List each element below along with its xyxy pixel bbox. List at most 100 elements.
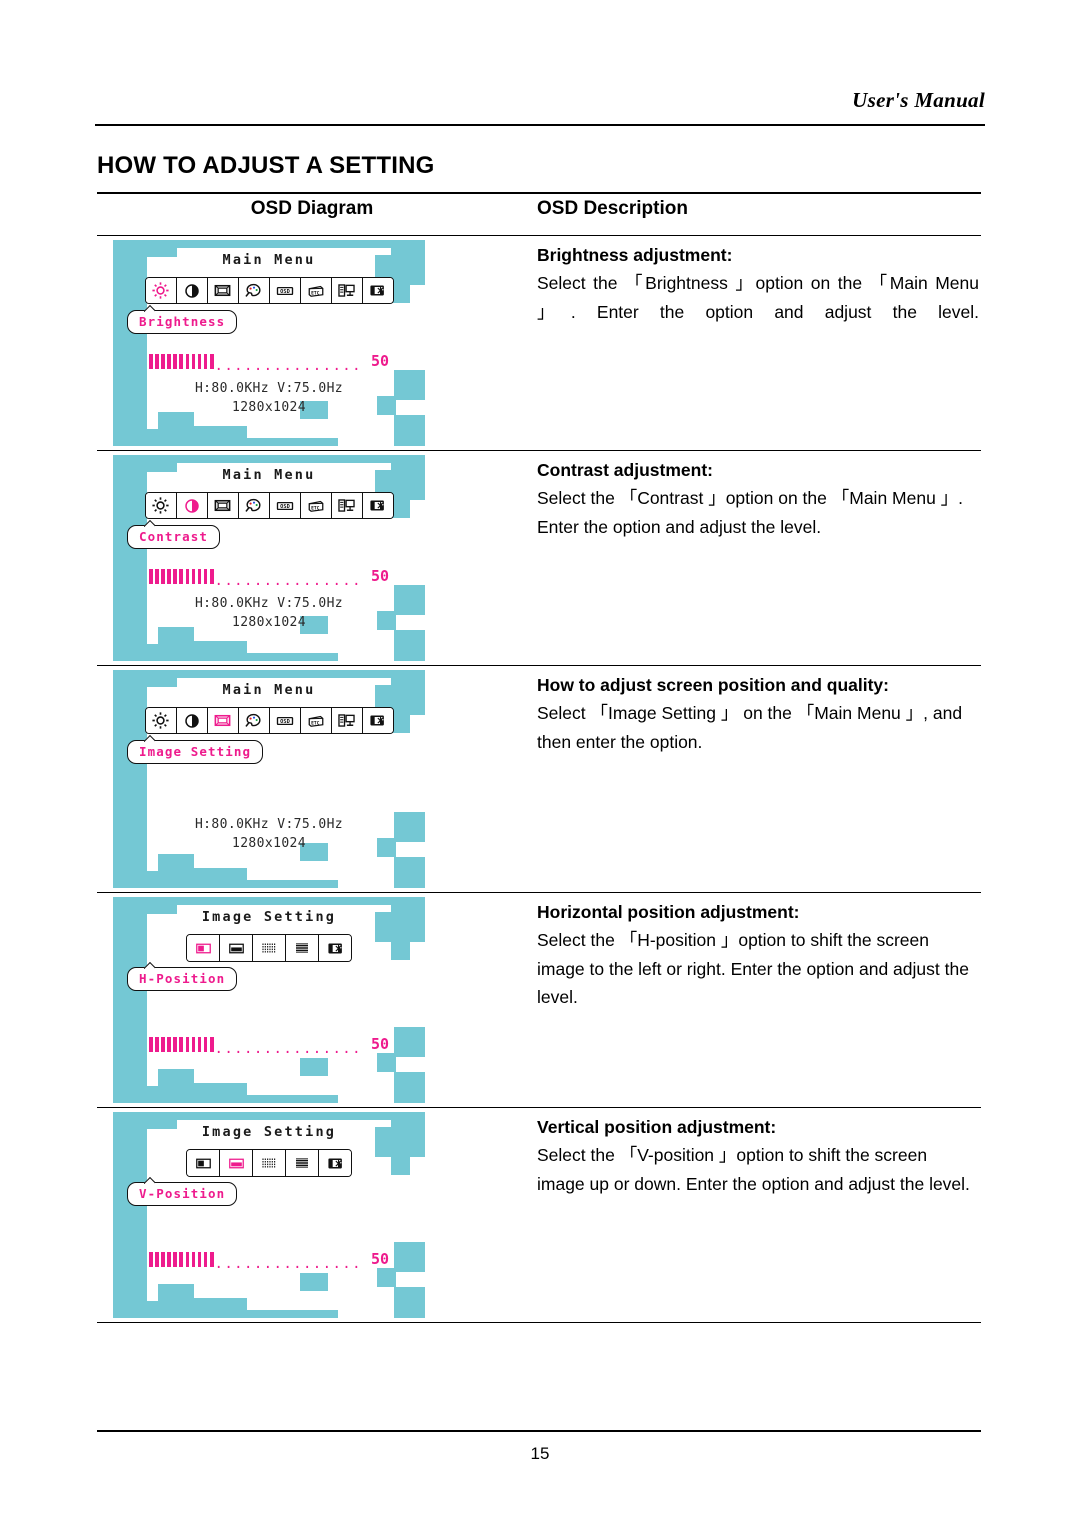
osd-icon-cell-image-setting[interactable] (207, 708, 239, 733)
svg-text:ETC: ETC (311, 290, 320, 296)
osd-icon-cell-exit[interactable] (319, 935, 351, 961)
osd-icon-cell-contrast[interactable] (176, 278, 208, 303)
osd-frame-block (174, 868, 248, 888)
information-icon (337, 711, 356, 730)
osd-icon-cell-color[interactable] (238, 278, 270, 303)
brightness-icon (151, 711, 170, 730)
osd-resolution-line: 1280x1024 (231, 614, 307, 630)
exit-icon (326, 940, 345, 957)
osd-icon-cell-information[interactable] (331, 278, 363, 303)
osd-icon-cell-information[interactable] (331, 493, 363, 518)
osd-icon-cell-etc[interactable]: ETC (300, 708, 332, 733)
osd-icon-cell-exit[interactable] (319, 1150, 351, 1176)
column-header-description: OSD Description (527, 192, 981, 236)
description-body: Select the 「V-position 」option to shift … (537, 1145, 970, 1194)
clock-icon (260, 1154, 278, 1172)
osd-icon-cell-clock[interactable] (253, 935, 286, 961)
osd-icon-cell-brightness[interactable] (145, 493, 177, 518)
osd-icon-cell-h-position[interactable] (187, 1150, 220, 1176)
description-title: How to adjust screen position and qualit… (537, 675, 889, 695)
header-divider (95, 124, 985, 126)
osd-icon-cell-osd[interactable]: OSD (269, 278, 301, 303)
osd-description-cell-brightness: Brightness adjustment: Select the 「Bright… (527, 235, 981, 451)
table-row: Image Setting H-Position............... 50… (97, 892, 981, 1108)
osd-icon: OSD (275, 497, 295, 515)
osd-icon-cell-color[interactable] (238, 493, 270, 518)
osd-icon-cell-contrast[interactable] (176, 493, 208, 518)
osd-selected-label: H-Position (127, 967, 238, 991)
osd-icon-row (186, 934, 352, 962)
osd-icon-cell-v-position[interactable] (220, 1150, 253, 1176)
osd-icon-cell-information[interactable] (331, 708, 363, 733)
osd-icon-row: OSD ETC (144, 277, 394, 304)
osd-icon-cell-brightness[interactable] (145, 708, 177, 733)
information-icon (337, 496, 356, 515)
osd-level-bar[interactable]: ............... 50 (113, 567, 425, 589)
osd-icon-cell-phase[interactable] (286, 1150, 319, 1176)
osd-icon-cell-osd[interactable]: OSD (269, 708, 301, 733)
osd-selected-label: Brightness (127, 310, 238, 334)
osd-level-bar[interactable]: ............... 50 (113, 1250, 425, 1272)
osd-level-bar[interactable]: ............... 50 (113, 352, 425, 374)
phase-icon (293, 1154, 311, 1172)
phase-icon (293, 939, 311, 957)
osd-icon-cell-osd[interactable]: OSD (269, 493, 301, 518)
osd-description-cell-h-position: Horizontal position adjustment: Select th… (527, 892, 981, 1108)
description-body: Select the 「H-position 」option to shift … (537, 930, 969, 1007)
color-icon (244, 281, 263, 300)
etc-icon: ETC (306, 282, 326, 300)
bubble-pointer-icon (144, 1177, 155, 1184)
color-icon (244, 496, 263, 515)
osd-icon-cell-exit[interactable] (362, 708, 393, 733)
osd-frequency-line: H:80.0KHz V:75.0Hz (194, 596, 344, 611)
v-position-icon (227, 1155, 246, 1172)
osd-icon-cell-exit[interactable] (362, 493, 393, 518)
color-icon (244, 711, 263, 730)
level-bar-track: ............... (214, 573, 362, 589)
exit-icon (368, 712, 387, 729)
footer-divider (97, 1430, 981, 1432)
description-title: Contrast adjustment: (537, 460, 713, 480)
osd-screen: Image Setting V-Position............... 50 (113, 1112, 425, 1310)
osd-icon-cell-etc[interactable]: ETC (300, 493, 332, 518)
osd-settings-table: OSD Diagram OSD Description Main Menu OSD… (97, 192, 981, 1323)
contrast-icon (183, 282, 201, 300)
page-number: 15 (530, 1444, 550, 1463)
osd-icon-cell-etc[interactable]: ETC (300, 278, 332, 303)
osd-menu-title: Main Menu (222, 252, 316, 268)
osd-icon-cell-phase[interactable] (286, 935, 319, 961)
clock-icon (260, 939, 278, 957)
contrast-icon (183, 497, 201, 515)
bubble-pointer-icon (144, 735, 155, 742)
svg-text:OSD: OSD (280, 288, 290, 294)
v-position-icon (227, 940, 246, 957)
osd-icon-cell-color[interactable] (238, 708, 270, 733)
osd-icon-cell-exit[interactable] (362, 278, 393, 303)
osd-icon-cell-h-position[interactable] (187, 935, 220, 961)
osd-diagram-cell-h-position: Image Setting H-Position............... 50 (97, 892, 527, 1108)
osd-frame-block (174, 426, 248, 446)
table-row: Main Menu OSD ETC Image Setting H:80.0KHz V:… (97, 665, 981, 893)
osd-icon-cell-v-position[interactable] (220, 935, 253, 961)
level-bar-track: ............... (214, 358, 362, 374)
osd-selected-label: Image Setting (127, 740, 264, 764)
osd-level-bar[interactable]: ............... 50 (113, 1035, 425, 1057)
exit-icon (368, 282, 387, 299)
table-row: Image Setting V-Position............... 50… (97, 1107, 981, 1323)
h-position-icon (194, 940, 213, 957)
osd-menu-title: Image Setting (201, 1124, 337, 1140)
osd-signal-info: H:80.0KHz V:75.0Hz 1280x1024 (113, 380, 425, 418)
level-value: 50 (370, 1250, 390, 1268)
description-title: Brightness adjustment: (537, 245, 733, 265)
manual-page: User's Manual HOW TO ADJUST A SETTING OS… (0, 0, 1080, 1528)
osd-icon-cell-clock[interactable] (253, 1150, 286, 1176)
osd-panel-image-setting: Main Menu OSD ETC Image Setting H:80.0KHz V:… (113, 670, 425, 888)
osd-resolution-line: 1280x1024 (231, 835, 307, 851)
osd-description-cell-v-position: Vertical position adjustment: Select the … (527, 1107, 981, 1323)
osd-icon-cell-brightness[interactable] (145, 278, 177, 303)
osd-icon-cell-image-setting[interactable] (207, 278, 239, 303)
osd-icon-cell-image-setting[interactable] (207, 493, 239, 518)
svg-text:ETC: ETC (311, 505, 320, 511)
osd-icon-cell-contrast[interactable] (176, 708, 208, 733)
svg-text:ETC: ETC (311, 720, 320, 726)
